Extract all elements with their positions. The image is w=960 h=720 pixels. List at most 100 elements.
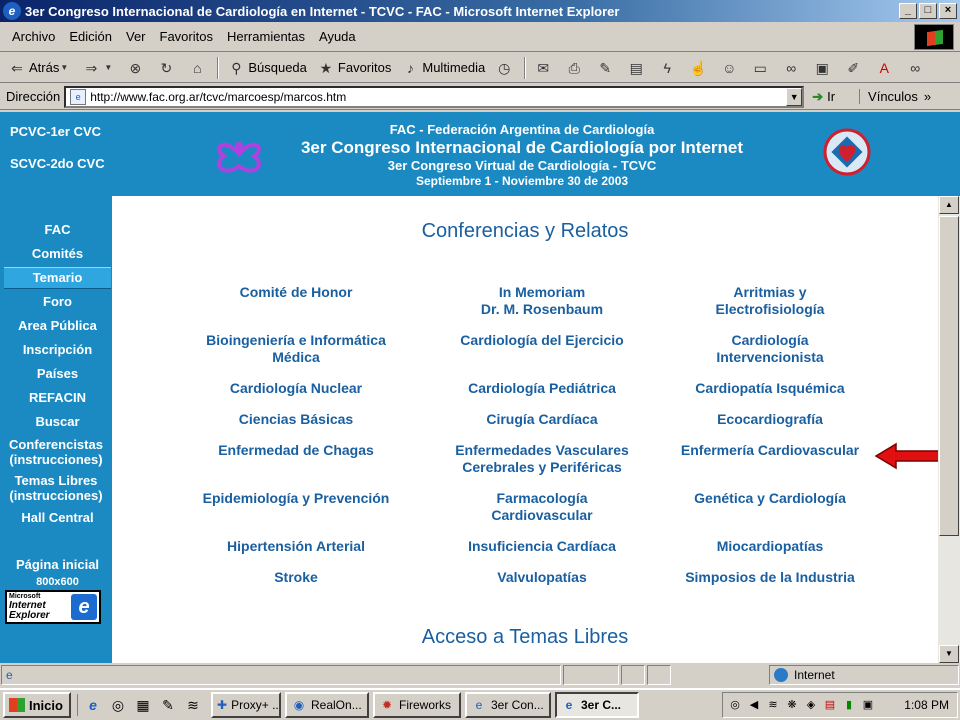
- topic-farmacologia[interactable]: Farmacología Cardiovascular: [422, 490, 662, 524]
- task-ie-1[interactable]: e 3er Con...: [465, 692, 551, 718]
- menu-ver[interactable]: Ver: [126, 29, 146, 44]
- multimedia-button[interactable]: ♪ Multimedia: [399, 56, 487, 80]
- temas-libres-title[interactable]: Acceso a Temas Libres: [112, 626, 938, 649]
- vertical-scrollbar[interactable]: ▲ ▼: [938, 196, 960, 663]
- history-button[interactable]: ◷: [493, 56, 518, 80]
- scroll-up-button[interactable]: ▲: [939, 196, 959, 214]
- start-button[interactable]: Inicio: [3, 692, 71, 718]
- nav-comites[interactable]: Comités: [4, 246, 111, 261]
- menu-edicion[interactable]: Edición: [69, 29, 112, 44]
- links-chevron-icon[interactable]: »: [924, 89, 931, 104]
- tool-button-5[interactable]: ∞: [780, 56, 805, 80]
- tool-button-4[interactable]: ▭: [749, 56, 774, 80]
- tray-app-icon[interactable]: ❋: [784, 697, 800, 713]
- tray-cd-icon[interactable]: ◎: [727, 697, 743, 713]
- tray-meter-icon[interactable]: ▮: [841, 697, 857, 713]
- nav-area-publica[interactable]: Area Pública: [4, 318, 111, 333]
- tool-button-3[interactable]: ☺: [718, 56, 743, 80]
- tool-button-9[interactable]: ∞: [904, 56, 929, 80]
- topic-cardiologia-intervencionista[interactable]: Cardiología Intervencionista: [650, 332, 890, 366]
- topic-cardiologia-ejercicio[interactable]: Cardiología del Ejercicio: [422, 332, 662, 349]
- topic-stroke[interactable]: Stroke: [176, 569, 416, 586]
- nav-fac[interactable]: FAC: [4, 222, 111, 237]
- nav-temario[interactable]: Temario: [4, 267, 111, 289]
- topic-epidemiologia[interactable]: Epidemiología y Prevención: [176, 490, 416, 507]
- links-toolbar[interactable]: Vínculos: [859, 89, 918, 104]
- task-fireworks[interactable]: ✹ Fireworks: [373, 692, 461, 718]
- topic-valvulopatias[interactable]: Valvulopatías: [422, 569, 662, 586]
- tray-shield-icon[interactable]: ◈: [803, 697, 819, 713]
- tray-lan-icon[interactable]: ▣: [860, 697, 876, 713]
- topic-miocardiopatias[interactable]: Miocardiopatías: [650, 538, 890, 555]
- nav-temas-libres[interactable]: Temas Libres (instrucciones): [1, 473, 111, 503]
- scroll-down-button[interactable]: ▼: [939, 645, 959, 663]
- menu-favoritos[interactable]: Favoritos: [160, 29, 213, 44]
- quicklaunch-app-icon[interactable]: ✎: [157, 694, 179, 716]
- topic-cardiologia-pediatrica[interactable]: Cardiología Pediátrica: [422, 380, 662, 397]
- discuss-button[interactable]: ▤: [625, 56, 650, 80]
- topic-enfermedad-chagas[interactable]: Enfermedad de Chagas: [176, 442, 416, 459]
- nav-buscar[interactable]: Buscar: [4, 414, 111, 429]
- go-button[interactable]: ➔ Ir: [812, 89, 835, 105]
- topic-enfermedades-vasculares[interactable]: Enfermedades Vasculares Cerebrales y Per…: [422, 442, 662, 476]
- menu-archivo[interactable]: Archivo: [12, 29, 55, 44]
- tool-button-2[interactable]: ☝: [687, 56, 712, 80]
- nav-pcvc-link[interactable]: PCVC-1er CVC: [10, 124, 101, 139]
- topic-ecocardiografia[interactable]: Ecocardiografía: [650, 411, 890, 428]
- close-button[interactable]: ×: [939, 3, 957, 19]
- nav-scvc-link[interactable]: SCVC-2do CVC: [10, 156, 105, 171]
- refresh-button[interactable]: ↻: [155, 56, 180, 80]
- back-button[interactable]: ⇐ Atrás ▼: [6, 56, 74, 80]
- mail-button[interactable]: ✉: [532, 56, 557, 80]
- nav-foro[interactable]: Foro: [4, 294, 111, 309]
- topic-simposios[interactable]: Simposios de la Industria: [650, 569, 890, 586]
- quicklaunch-tool-icon[interactable]: ≋: [182, 694, 204, 716]
- nav-inscripcion[interactable]: Inscripción: [4, 342, 111, 357]
- scroll-thumb[interactable]: [939, 216, 959, 536]
- tool-button-8[interactable]: A: [873, 56, 898, 80]
- print-button[interactable]: ⎙: [563, 56, 588, 80]
- topic-genetica[interactable]: Genética y Cardiología: [650, 490, 890, 507]
- task-proxy[interactable]: ✚ Proxy+ ...: [211, 692, 281, 718]
- topic-cardiologia-nuclear[interactable]: Cardiología Nuclear: [176, 380, 416, 397]
- address-dropdown-button[interactable]: ▼: [786, 87, 803, 106]
- maximize-button[interactable]: □: [919, 3, 937, 19]
- address-input[interactable]: e http://www.fac.org.ar/tcvc/marcoesp/ma…: [64, 85, 805, 108]
- menu-herramientas[interactable]: Herramientas: [227, 29, 305, 44]
- topic-arritmias[interactable]: Arritmias y Electrofisiología: [650, 284, 890, 318]
- clock[interactable]: 1:08 PM: [904, 698, 949, 712]
- task-realone[interactable]: ◉ RealOn...: [285, 692, 369, 718]
- topic-ciencias-basicas[interactable]: Ciencias Básicas: [176, 411, 416, 428]
- nav-paises[interactable]: Países: [4, 366, 111, 381]
- ie-badge-logo[interactable]: Microsoft Internet Explorer e: [5, 590, 101, 624]
- nav-hall-central[interactable]: Hall Central: [4, 510, 111, 525]
- quicklaunch-desktop-icon[interactable]: ▦: [132, 694, 154, 716]
- search-button[interactable]: ⚲ Búsqueda: [225, 56, 309, 80]
- home-page-link[interactable]: Página inicial: [4, 557, 111, 572]
- topic-comite-honor[interactable]: Comité de Honor: [176, 284, 416, 301]
- topic-cardiopatia-isquemica[interactable]: Cardiopatía Isquémica: [650, 380, 890, 397]
- home-button[interactable]: ⌂: [186, 56, 211, 80]
- task-ie-active[interactable]: e 3er C...: [555, 692, 639, 718]
- nav-refacin[interactable]: REFACIN: [4, 390, 111, 405]
- forward-button[interactable]: ⇒ ▼: [80, 56, 118, 80]
- quicklaunch-ie-icon[interactable]: e: [82, 694, 104, 716]
- tool-button-6[interactable]: ▣: [811, 56, 836, 80]
- nav-conferencistas[interactable]: Conferencistas (instrucciones): [1, 437, 111, 467]
- address-url[interactable]: http://www.fac.org.ar/tcvc/marcoesp/marc…: [90, 90, 786, 104]
- stop-button[interactable]: ⊗: [124, 56, 149, 80]
- menu-ayuda[interactable]: Ayuda: [319, 29, 356, 44]
- favorites-button[interactable]: ★ Favoritos: [315, 56, 393, 80]
- tray-antivirus-icon[interactable]: ▤: [822, 697, 838, 713]
- tool-button-1[interactable]: ϟ: [656, 56, 681, 80]
- tray-network-icon[interactable]: ≋: [765, 697, 781, 713]
- quicklaunch-outlook-icon[interactable]: ◎: [107, 694, 129, 716]
- topic-bioingenieria[interactable]: Bioingeniería e Informática Médica: [176, 332, 416, 366]
- tool-button-7[interactable]: ✐: [842, 56, 867, 80]
- topic-in-memoriam[interactable]: In Memoriam Dr. M. Rosenbaum: [422, 284, 662, 318]
- topic-enfermeria-cardiovascular[interactable]: Enfermería Cardiovascular: [642, 442, 898, 459]
- topic-cirugia-cardiaca[interactable]: Cirugía Cardíaca: [422, 411, 662, 428]
- minimize-button[interactable]: _: [899, 3, 917, 19]
- edit-button[interactable]: ✎: [594, 56, 619, 80]
- topic-hipertension[interactable]: Hipertensión Arterial: [176, 538, 416, 555]
